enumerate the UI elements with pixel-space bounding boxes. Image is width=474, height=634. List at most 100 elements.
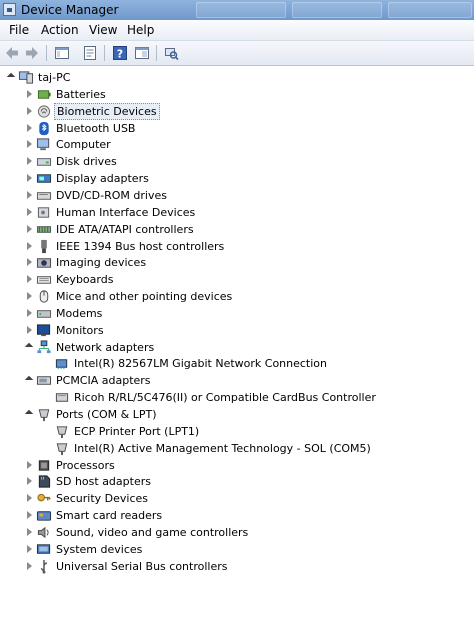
- expand-arrow-icon[interactable]: [27, 242, 32, 250]
- tree-item-label[interactable]: Sound, video and game controllers: [54, 524, 250, 541]
- expand-arrow-icon[interactable]: [27, 225, 32, 233]
- tree-item-label[interactable]: Disk drives: [54, 153, 119, 170]
- expand-arrow-icon[interactable]: [27, 545, 32, 553]
- collapse-arrow-icon[interactable]: [24, 409, 34, 419]
- background-window-tab[interactable]: [388, 2, 472, 18]
- tree-row-category[interactable]: Human Interface Devices: [0, 204, 474, 221]
- tree-row-category[interactable]: Mice and other pointing devices: [0, 288, 474, 305]
- help-icon[interactable]: ?: [112, 45, 128, 61]
- expand-arrow-icon[interactable]: [27, 461, 32, 469]
- properties-icon[interactable]: [82, 45, 98, 61]
- tree-row-category[interactable]: Smart card readers: [0, 507, 474, 524]
- expand-arrow-icon[interactable]: [27, 191, 32, 199]
- expand-arrow-icon[interactable]: [27, 562, 32, 570]
- scan-hardware-icon[interactable]: [163, 45, 179, 61]
- tree-row-device[interactable]: Ricoh R/RL/5C476(II) or Compatible CardB…: [0, 389, 474, 406]
- expand-arrow-icon[interactable]: [27, 292, 32, 300]
- tree-row-category[interactable]: Batteries: [0, 86, 474, 103]
- expand-arrow-icon[interactable]: [27, 309, 32, 317]
- collapse-arrow-icon[interactable]: [6, 72, 16, 82]
- tree-item-label[interactable]: PCMCIA adapters: [54, 372, 153, 389]
- tree-row-category[interactable]: Computer: [0, 136, 474, 153]
- tree-item-label[interactable]: Imaging devices: [54, 254, 148, 271]
- tree-item-label[interactable]: Display adapters: [54, 170, 151, 187]
- menu-help[interactable]: Help: [127, 23, 154, 37]
- tree-row-category[interactable]: Processors: [0, 457, 474, 474]
- tree-row-device[interactable]: Intel(R) Active Management Technology - …: [0, 440, 474, 457]
- tree-item-label[interactable]: Ricoh R/RL/5C476(II) or Compatible CardB…: [72, 389, 378, 406]
- tree-item-label[interactable]: Network adapters: [54, 339, 156, 356]
- tree-item-label[interactable]: Biometric Devices: [54, 103, 160, 120]
- tree-row-category[interactable]: Universal Serial Bus controllers: [0, 558, 474, 575]
- tree-item-label[interactable]: IEEE 1394 Bus host controllers: [54, 238, 226, 255]
- expand-arrow-icon[interactable]: [27, 90, 32, 98]
- expand-arrow-icon[interactable]: [27, 258, 32, 266]
- expand-arrow-icon[interactable]: [27, 528, 32, 536]
- device-tree[interactable]: taj-PC Batteries Biometric Devices Bluetoot…: [0, 66, 474, 634]
- tree-item-label[interactable]: Monitors: [54, 322, 106, 339]
- expand-arrow-icon[interactable]: [27, 140, 32, 148]
- back-arrow-icon[interactable]: [4, 45, 20, 61]
- tree-row-category[interactable]: Bluetooth USB: [0, 120, 474, 137]
- expand-arrow-icon[interactable]: [27, 326, 32, 334]
- tree-item-label[interactable]: Intel(R) Active Management Technology - …: [72, 440, 373, 457]
- tree-row-category[interactable]: IDE ATA/ATAPI controllers: [0, 221, 474, 238]
- tree-item-label[interactable]: Modems: [54, 305, 104, 322]
- tree-item-label[interactable]: Intel(R) 82567LM Gigabit Network Connect…: [72, 355, 329, 372]
- tree-row-category[interactable]: PCMCIA adapters: [0, 372, 474, 389]
- tree-row-category[interactable]: IEEE 1394 Bus host controllers: [0, 238, 474, 255]
- tree-item-label[interactable]: taj-PC: [36, 69, 72, 86]
- tree-row-category[interactable]: Security Devices: [0, 490, 474, 507]
- tree-item-label[interactable]: Processors: [54, 457, 117, 474]
- tree-row-category[interactable]: Biometric Devices: [0, 103, 474, 120]
- tree-row-category[interactable]: Ports (COM & LPT): [0, 406, 474, 423]
- tree-item-label[interactable]: IDE ATA/ATAPI controllers: [54, 221, 196, 238]
- menu-view[interactable]: View: [89, 23, 117, 37]
- tree-row-category[interactable]: System devices: [0, 541, 474, 558]
- tree-row-category[interactable]: Monitors: [0, 322, 474, 339]
- tree-item-label[interactable]: Batteries: [54, 86, 108, 103]
- tree-row-device[interactable]: ECP Printer Port (LPT1): [0, 423, 474, 440]
- forward-arrow-icon[interactable]: [24, 45, 40, 61]
- expand-arrow-icon[interactable]: [27, 157, 32, 165]
- view-icon[interactable]: [134, 45, 150, 61]
- tree-item-label[interactable]: Human Interface Devices: [54, 204, 197, 221]
- tree-item-label[interactable]: Universal Serial Bus controllers: [54, 558, 229, 575]
- background-window-tab[interactable]: [292, 2, 382, 18]
- tree-item-label[interactable]: Mice and other pointing devices: [54, 288, 234, 305]
- expand-arrow-icon[interactable]: [27, 107, 32, 115]
- tree-row-category[interactable]: Modems: [0, 305, 474, 322]
- menu-file[interactable]: File: [9, 23, 29, 37]
- tree-row-device[interactable]: Intel(R) 82567LM Gigabit Network Connect…: [0, 355, 474, 372]
- tree-item-label[interactable]: Keyboards: [54, 271, 115, 288]
- tree-row-root[interactable]: taj-PC: [0, 69, 474, 86]
- expand-arrow-icon[interactable]: [27, 275, 32, 283]
- background-window-tab[interactable]: [196, 2, 286, 18]
- expand-arrow-icon[interactable]: [27, 174, 32, 182]
- expand-arrow-icon[interactable]: [27, 124, 32, 132]
- tree-item-label[interactable]: DVD/CD-ROM drives: [54, 187, 169, 204]
- tree-item-label[interactable]: Computer: [54, 136, 113, 153]
- tree-row-category[interactable]: Display adapters: [0, 170, 474, 187]
- tree-row-category[interactable]: SD host adapters: [0, 473, 474, 490]
- tree-item-label[interactable]: Smart card readers: [54, 507, 164, 524]
- expand-arrow-icon[interactable]: [27, 494, 32, 502]
- tree-item-label[interactable]: Security Devices: [54, 490, 150, 507]
- tree-row-category[interactable]: Imaging devices: [0, 254, 474, 271]
- expand-arrow-icon[interactable]: [27, 208, 32, 216]
- tree-row-category[interactable]: Network adapters: [0, 339, 474, 356]
- tree-item-label[interactable]: System devices: [54, 541, 144, 558]
- tree-row-category[interactable]: Disk drives: [0, 153, 474, 170]
- tree-row-category[interactable]: DVD/CD-ROM drives: [0, 187, 474, 204]
- expand-arrow-icon[interactable]: [27, 477, 32, 485]
- tree-item-label[interactable]: SD host adapters: [54, 473, 153, 490]
- collapse-arrow-icon[interactable]: [24, 375, 34, 385]
- menu-action[interactable]: Action: [41, 23, 79, 37]
- tree-item-label[interactable]: ECP Printer Port (LPT1): [72, 423, 201, 440]
- tree-row-category[interactable]: Sound, video and game controllers: [0, 524, 474, 541]
- tree-item-label[interactable]: Ports (COM & LPT): [54, 406, 159, 423]
- tree-row-category[interactable]: Keyboards: [0, 271, 474, 288]
- console-tree-icon[interactable]: [54, 45, 70, 61]
- collapse-arrow-icon[interactable]: [24, 342, 34, 352]
- expand-arrow-icon[interactable]: [27, 511, 32, 519]
